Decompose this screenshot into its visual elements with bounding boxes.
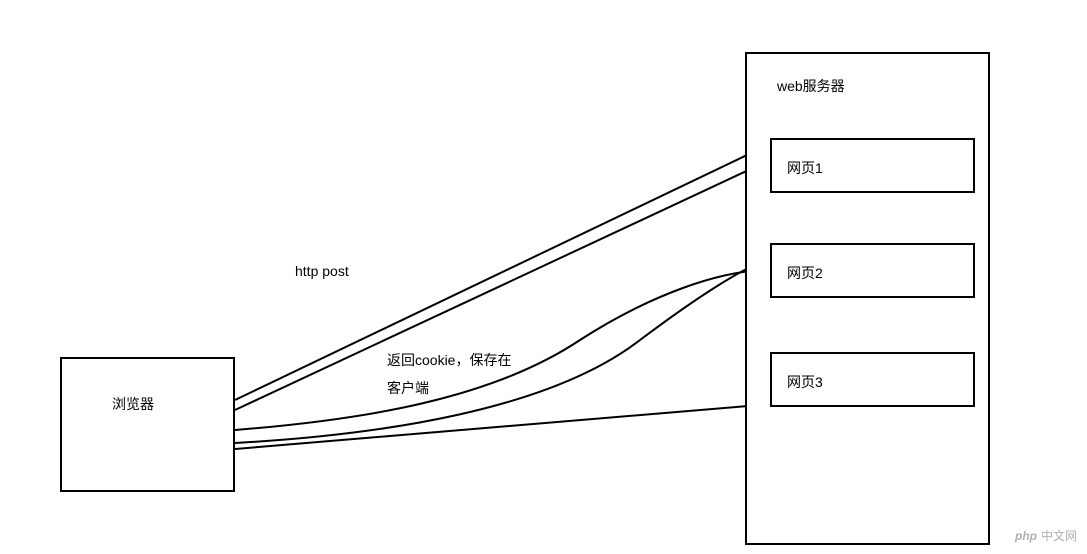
- server-box: web服务器: [745, 52, 990, 545]
- browser-label: 浏览器: [112, 394, 154, 414]
- page-box-1: 网页1: [770, 138, 975, 193]
- browser-box: 浏览器: [60, 357, 235, 492]
- page-box-2: 网页2: [770, 243, 975, 298]
- return-cookie-line2: 客户端: [387, 378, 429, 398]
- page-label-2: 网页2: [787, 263, 823, 283]
- watermark-logo: php: [1015, 529, 1037, 543]
- http-post-label: http post: [295, 263, 349, 279]
- page-label-3: 网页3: [787, 372, 823, 392]
- watermark: php 中文网: [1015, 527, 1077, 544]
- page-box-3: 网页3: [770, 352, 975, 407]
- connection-5: [235, 404, 772, 449]
- return-cookie-line1: 返回cookie，保存在: [387, 350, 511, 370]
- server-label: web服务器: [777, 76, 845, 96]
- page-label-1: 网页1: [787, 158, 823, 178]
- watermark-text: 中文网: [1041, 527, 1077, 544]
